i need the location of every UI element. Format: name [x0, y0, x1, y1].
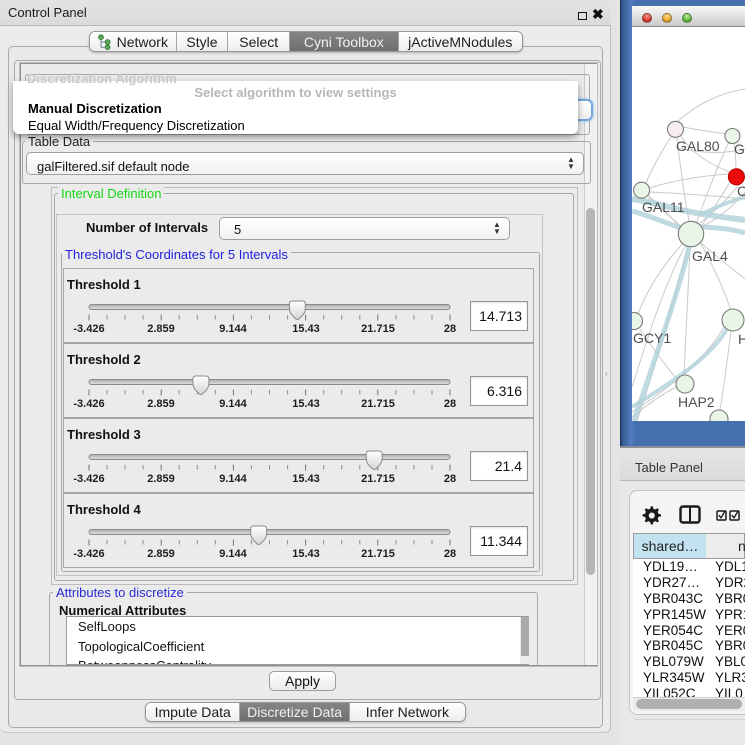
svg-text:GAL11: GAL11 — [642, 199, 685, 215]
svg-text:GAL80: GAL80 — [676, 138, 720, 154]
svg-text:CD: CD — [737, 183, 745, 199]
svg-text:HA: HA — [738, 331, 745, 347]
svg-text:GCY1: GCY1 — [633, 330, 671, 346]
svg-text:GA: GA — [734, 141, 745, 157]
svg-text:HAP2: HAP2 — [678, 394, 715, 410]
svg-text:GAL4: GAL4 — [692, 248, 728, 264]
